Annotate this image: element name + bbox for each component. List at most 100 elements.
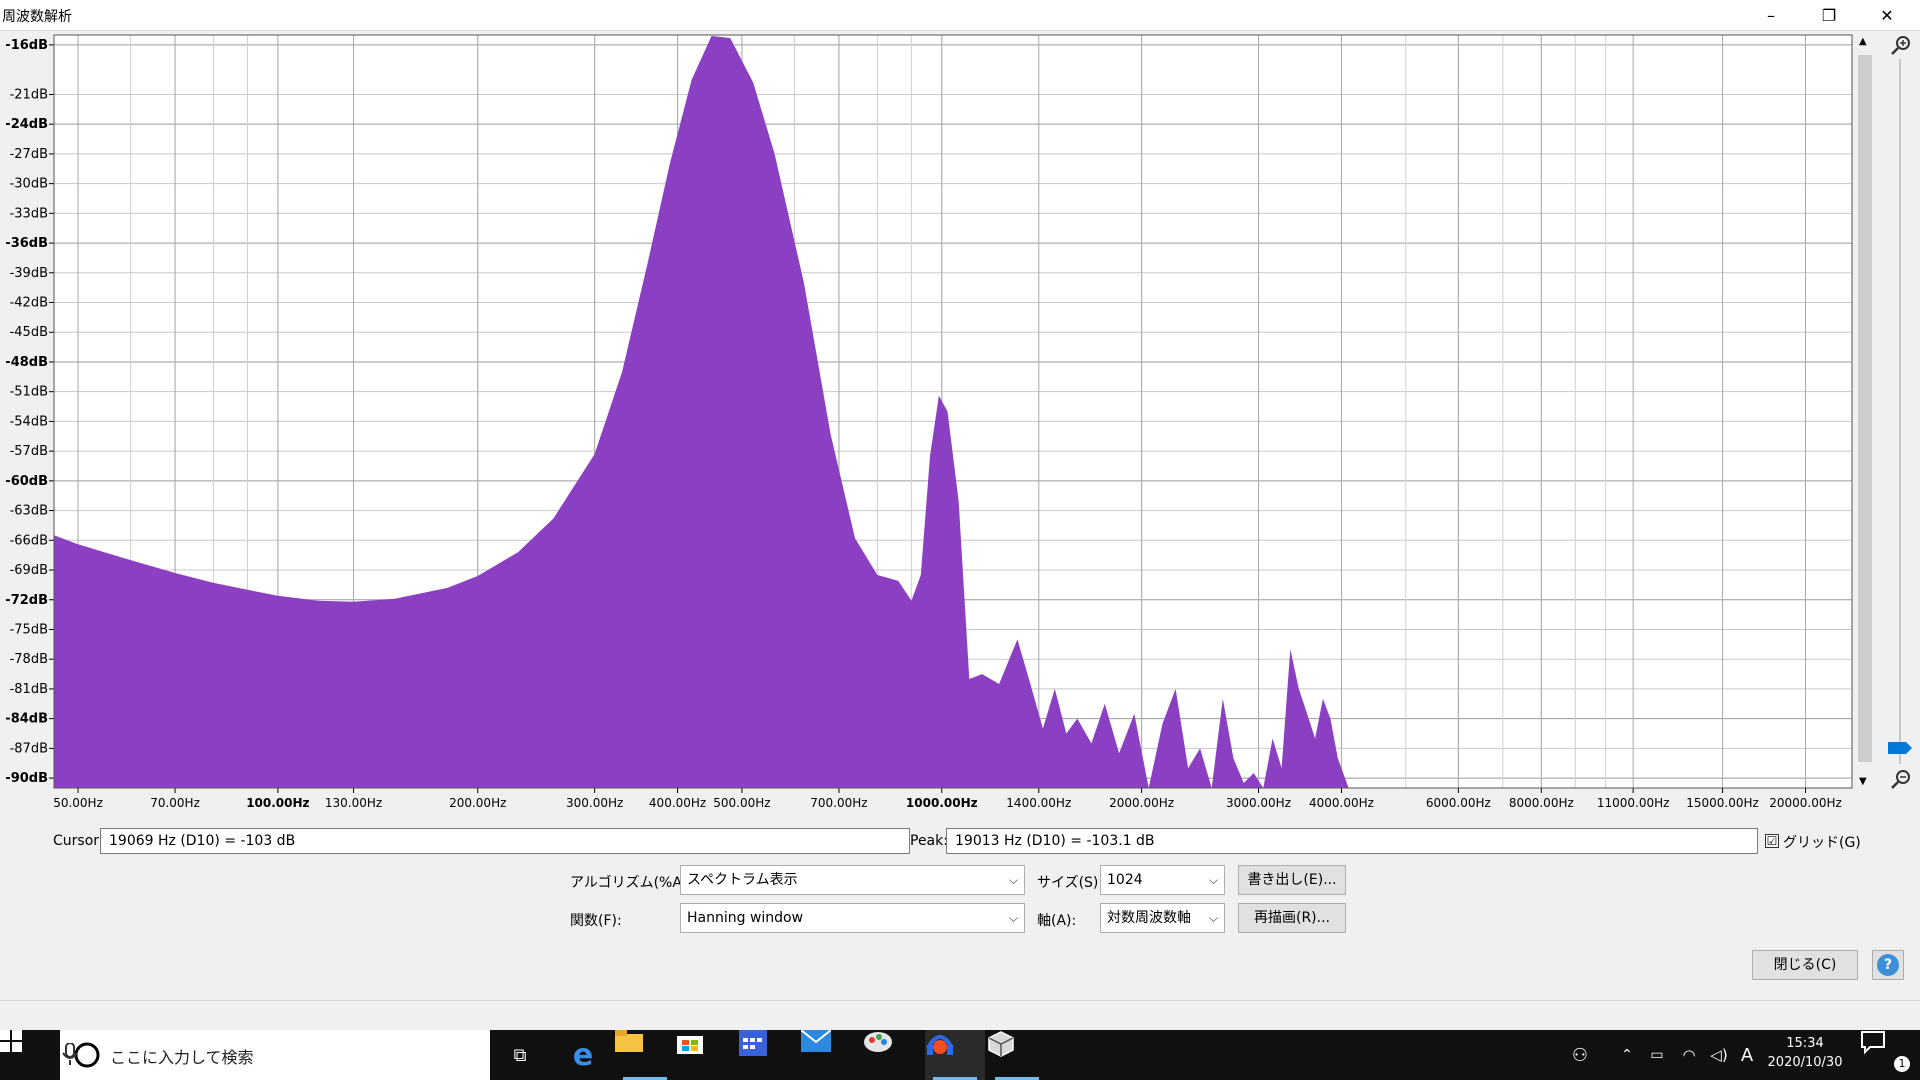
redraw-button[interactable]: 再描画(R)... (1238, 903, 1346, 933)
task-view-icon[interactable]: ⧉ (490, 1030, 550, 1080)
clock-time: 15:34 (1786, 1036, 1824, 1051)
y-tick-label: -45dB (10, 325, 48, 340)
y-tick-label: -16dB (5, 38, 48, 53)
size-select[interactable]: 1024 ⌵ (1100, 865, 1225, 895)
function-label: 関数(F): (570, 913, 622, 929)
y-tick-label: -21dB (10, 87, 48, 102)
spectrum-plot[interactable]: -16dB -21dB -24dB -27dB -30dB -33dB -36dB -39dB… (0, 0, 1920, 820)
help-icon: ? (1877, 954, 1899, 976)
y-tick-label: -66dB (10, 533, 48, 548)
y-tick-label: -84dB (5, 712, 48, 727)
x-tick-label: 3000.00Hz (1226, 796, 1291, 810)
scroll-down-icon[interactable]: ▼ (1859, 776, 1867, 787)
y-tick-label: -57dB (10, 444, 48, 459)
y-tick-label: -87dB (10, 741, 48, 756)
scroll-thumb[interactable] (1858, 55, 1872, 762)
chevron-down-icon: ⌵ (1008, 873, 1018, 887)
y-tick-label: -63dB (10, 504, 48, 519)
audacity-icon[interactable] (925, 1030, 985, 1080)
search-placeholder: ここに入力して検索 (110, 1048, 254, 1067)
taskbar: ここに入力して検索 ⧉ e ⚇ ⌃ ▭ ◠ ◁) A 15:34 2020/10… (0, 1030, 1920, 1080)
notification-count-badge: 1 (1894, 1056, 1910, 1072)
y-tick-label: -90dB (5, 771, 48, 786)
x-tick-label: 400.00Hz (649, 796, 706, 810)
function-select[interactable]: Hanning window ⌵ (680, 903, 1025, 933)
people-icon[interactable]: ⚇ (1555, 1030, 1605, 1080)
file-explorer-icon[interactable] (615, 1030, 675, 1080)
zoom-out-icon[interactable] (1891, 770, 1910, 789)
3d-viewer-icon[interactable] (987, 1030, 1047, 1080)
size-value: 1024 (1107, 872, 1143, 888)
y-tick-label: -27dB (10, 147, 48, 162)
y-tick-label: -72dB (5, 593, 48, 608)
cursor-label: Cursor: (53, 833, 104, 849)
y-tick-label: -69dB (10, 563, 48, 578)
windows-start-icon[interactable] (0, 1030, 60, 1080)
x-tick-label: 1000.00Hz (906, 796, 978, 810)
x-tick-label: 8000.00Hz (1509, 796, 1574, 810)
y-tick-label: -24dB (5, 117, 48, 132)
size-label: サイズ(S): (1037, 875, 1104, 891)
mail-icon[interactable] (801, 1030, 861, 1080)
chevron-down-icon: ⌵ (1208, 911, 1218, 925)
zoom-slider-thumb[interactable] (1888, 742, 1912, 754)
algorithm-label: アルゴリズム(%A): (570, 875, 693, 891)
x-tick-label: 500.00Hz (713, 796, 770, 810)
y-tick-label: -39dB (10, 266, 48, 281)
x-tick-label: 11000.00Hz (1597, 796, 1670, 810)
export-button[interactable]: 書き出し(E)... (1238, 865, 1346, 895)
y-tick-label: -75dB (10, 622, 48, 637)
y-tick-label: -54dB (10, 414, 48, 429)
clock-date: 2020/10/30 (1767, 1055, 1843, 1070)
y-tick-label: -42dB (10, 296, 48, 311)
x-tick-label: 20000.00Hz (1769, 796, 1842, 810)
x-tick-label: 70.00Hz (150, 796, 200, 810)
peak-label: Peak: (910, 833, 948, 849)
y-tick-label: -60dB (5, 474, 48, 489)
x-tick-label: 4000.00Hz (1309, 796, 1374, 810)
scroll-up-icon[interactable]: ▲ (1859, 36, 1867, 47)
x-tick-label: 2000.00Hz (1109, 796, 1174, 810)
y-tick-label: -81dB (10, 682, 48, 697)
algorithm-value: スペクトラム表示 (687, 872, 798, 888)
x-tick-label: 700.00Hz (810, 796, 867, 810)
y-tick-label: -33dB (10, 206, 48, 221)
edge-icon[interactable]: e (553, 1030, 613, 1080)
grid-checkbox[interactable]: ☑ (1765, 834, 1779, 848)
x-tick-label: 100.00Hz (246, 796, 309, 810)
x-tick-label: 15000.00Hz (1686, 796, 1759, 810)
notification-icon[interactable]: 1 (1860, 1030, 1920, 1080)
x-tick-label: 300.00Hz (566, 796, 623, 810)
y-tick-label: -51dB (10, 385, 48, 400)
zoom-slider[interactable] (1880, 34, 1920, 789)
axis-select[interactable]: 対数周波数軸 ⌵ (1100, 903, 1225, 933)
calendar-app-icon[interactable] (739, 1030, 799, 1080)
paint-icon[interactable] (863, 1030, 923, 1080)
x-tick-label: 200.00Hz (449, 796, 506, 810)
x-tick-label: 50.00Hz (53, 796, 103, 810)
help-button[interactable]: ? (1872, 950, 1904, 980)
status-bar (0, 1000, 1920, 1031)
chevron-down-icon: ⌵ (1008, 911, 1018, 925)
taskbar-search[interactable]: ここに入力して検索 (60, 1030, 490, 1080)
algorithm-select[interactable]: スペクトラム表示 ⌵ (680, 865, 1025, 895)
y-tick-label: -78dB (10, 652, 48, 667)
peak-readout: 19013 Hz (D10) = -103.1 dB (946, 828, 1758, 854)
microphone-icon[interactable] (60, 1043, 80, 1067)
clock[interactable]: 15:34 2020/10/30 (1760, 1030, 1850, 1080)
grid-label[interactable]: グリッド(G) (1783, 832, 1861, 852)
axis-value: 対数周波数軸 (1107, 910, 1191, 926)
x-tick-label: 130.00Hz (325, 796, 382, 810)
zoom-in-icon[interactable] (1891, 36, 1910, 55)
y-tick-label: -30dB (10, 177, 48, 192)
close-button[interactable]: 閉じる(C) (1752, 950, 1858, 980)
store-icon[interactable] (677, 1030, 737, 1080)
chevron-down-icon: ⌵ (1208, 873, 1218, 887)
y-tick-label: -36dB (5, 236, 48, 251)
x-tick-label: 6000.00Hz (1426, 796, 1491, 810)
x-tick-label: 1400.00Hz (1006, 796, 1071, 810)
axis-label: 軸(A): (1037, 913, 1077, 929)
y-tick-label: -48dB (5, 355, 48, 370)
cursor-readout: 19069 Hz (D10) = -103 dB (100, 828, 910, 854)
function-value: Hanning window (687, 910, 804, 926)
